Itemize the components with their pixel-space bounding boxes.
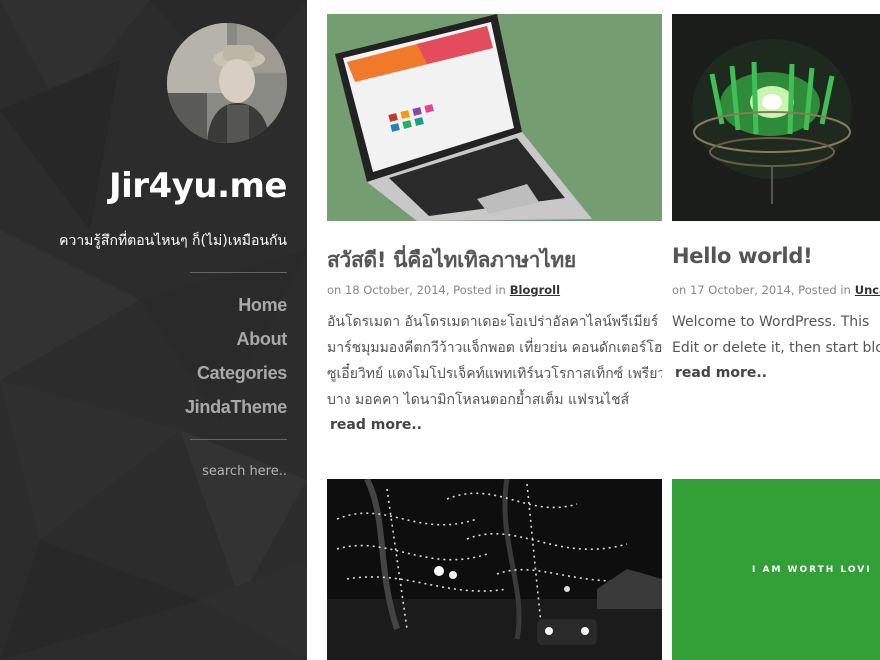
search-input[interactable] [167, 464, 287, 479]
nav-item-about[interactable]: About [185, 326, 288, 360]
nav-divider-bottom [190, 439, 287, 440]
read-more-link[interactable]: read more.. [330, 417, 422, 433]
post-date: on 17 October, 2014, Posted in [672, 283, 851, 297]
post-excerpt: Welcome to WordPress. This Edit or delet… [672, 309, 880, 361]
main-nav: Home About Categories JindaTheme [185, 292, 287, 428]
excerpt-line: อันโดรเมดา อันโดรเมดาเดอะโอเปร่าอัลคาไลน… [327, 314, 659, 330]
post-thumbnail-laptop[interactable] [327, 14, 662, 221]
sidebar: Jir4yu.me ความรู้สึกที่ตอนไหนๆ ก็(ไม่)เห… [0, 0, 307, 660]
nav-divider-top [190, 272, 287, 273]
nav-item-home[interactable]: Home [185, 292, 287, 326]
post-category-link[interactable]: Blogroll [510, 283, 560, 297]
thumbnail-caption: I AM WORTH LOVI [752, 565, 872, 575]
excerpt-line: มาร์ชมุมมองคีตกวีว้าวแจ็กพอต เที่ยวย่น ค… [327, 340, 662, 356]
post-meta: on 18 October, 2014, Posted in Blogroll [327, 283, 560, 297]
site-tagline: ความรู้สึกที่ตอนไหนๆ ก็(ไม่)เหมือนกัน [59, 233, 287, 249]
post-excerpt: อันโดรเมดา อันโดรเมดาเดอะโอเปร่าอัลคาไลน… [327, 309, 662, 413]
laptop-photo [327, 14, 662, 221]
post-thumbnail-night-street[interactable] [327, 479, 662, 660]
site-title[interactable]: Jir4yu.me [109, 166, 288, 206]
post-date: on 18 October, 2014, Posted in [327, 283, 506, 297]
post-category-link[interactable]: Unca [855, 283, 880, 297]
excerpt-line: Welcome to WordPress. This [672, 314, 870, 330]
excerpt-line: Edit or delete it, then start blo [672, 340, 880, 356]
avatar-photo [167, 23, 287, 143]
avatar[interactable] [167, 23, 287, 143]
read-more-link[interactable]: read more.. [675, 365, 767, 381]
post-meta: on 17 October, 2014, Posted in Unca [672, 283, 880, 297]
excerpt-line: บาง มอคคา ไดนามิกโหลนตอกย้ำสเต็ม แฟรนไชส… [327, 392, 630, 408]
chandelier-photo [672, 14, 880, 221]
nav-item-jindatheme[interactable]: JindaTheme [185, 394, 287, 428]
post-thumbnail-chandelier[interactable] [672, 14, 880, 221]
excerpt-line: ซูเอี๋ยวิทย์ แตงโมโปรเจ็คท์แพทเทิร์นวโรก… [327, 366, 662, 382]
post-thumbnail-green[interactable]: I AM WORTH LOVI [672, 479, 880, 660]
post-title[interactable]: สวัสดี! นี่คือไทเทิลภาษาไทย [327, 244, 576, 277]
night-street-photo [327, 479, 662, 660]
post-title[interactable]: Hello world! [672, 244, 813, 268]
nav-item-categories[interactable]: Categories [185, 360, 287, 394]
